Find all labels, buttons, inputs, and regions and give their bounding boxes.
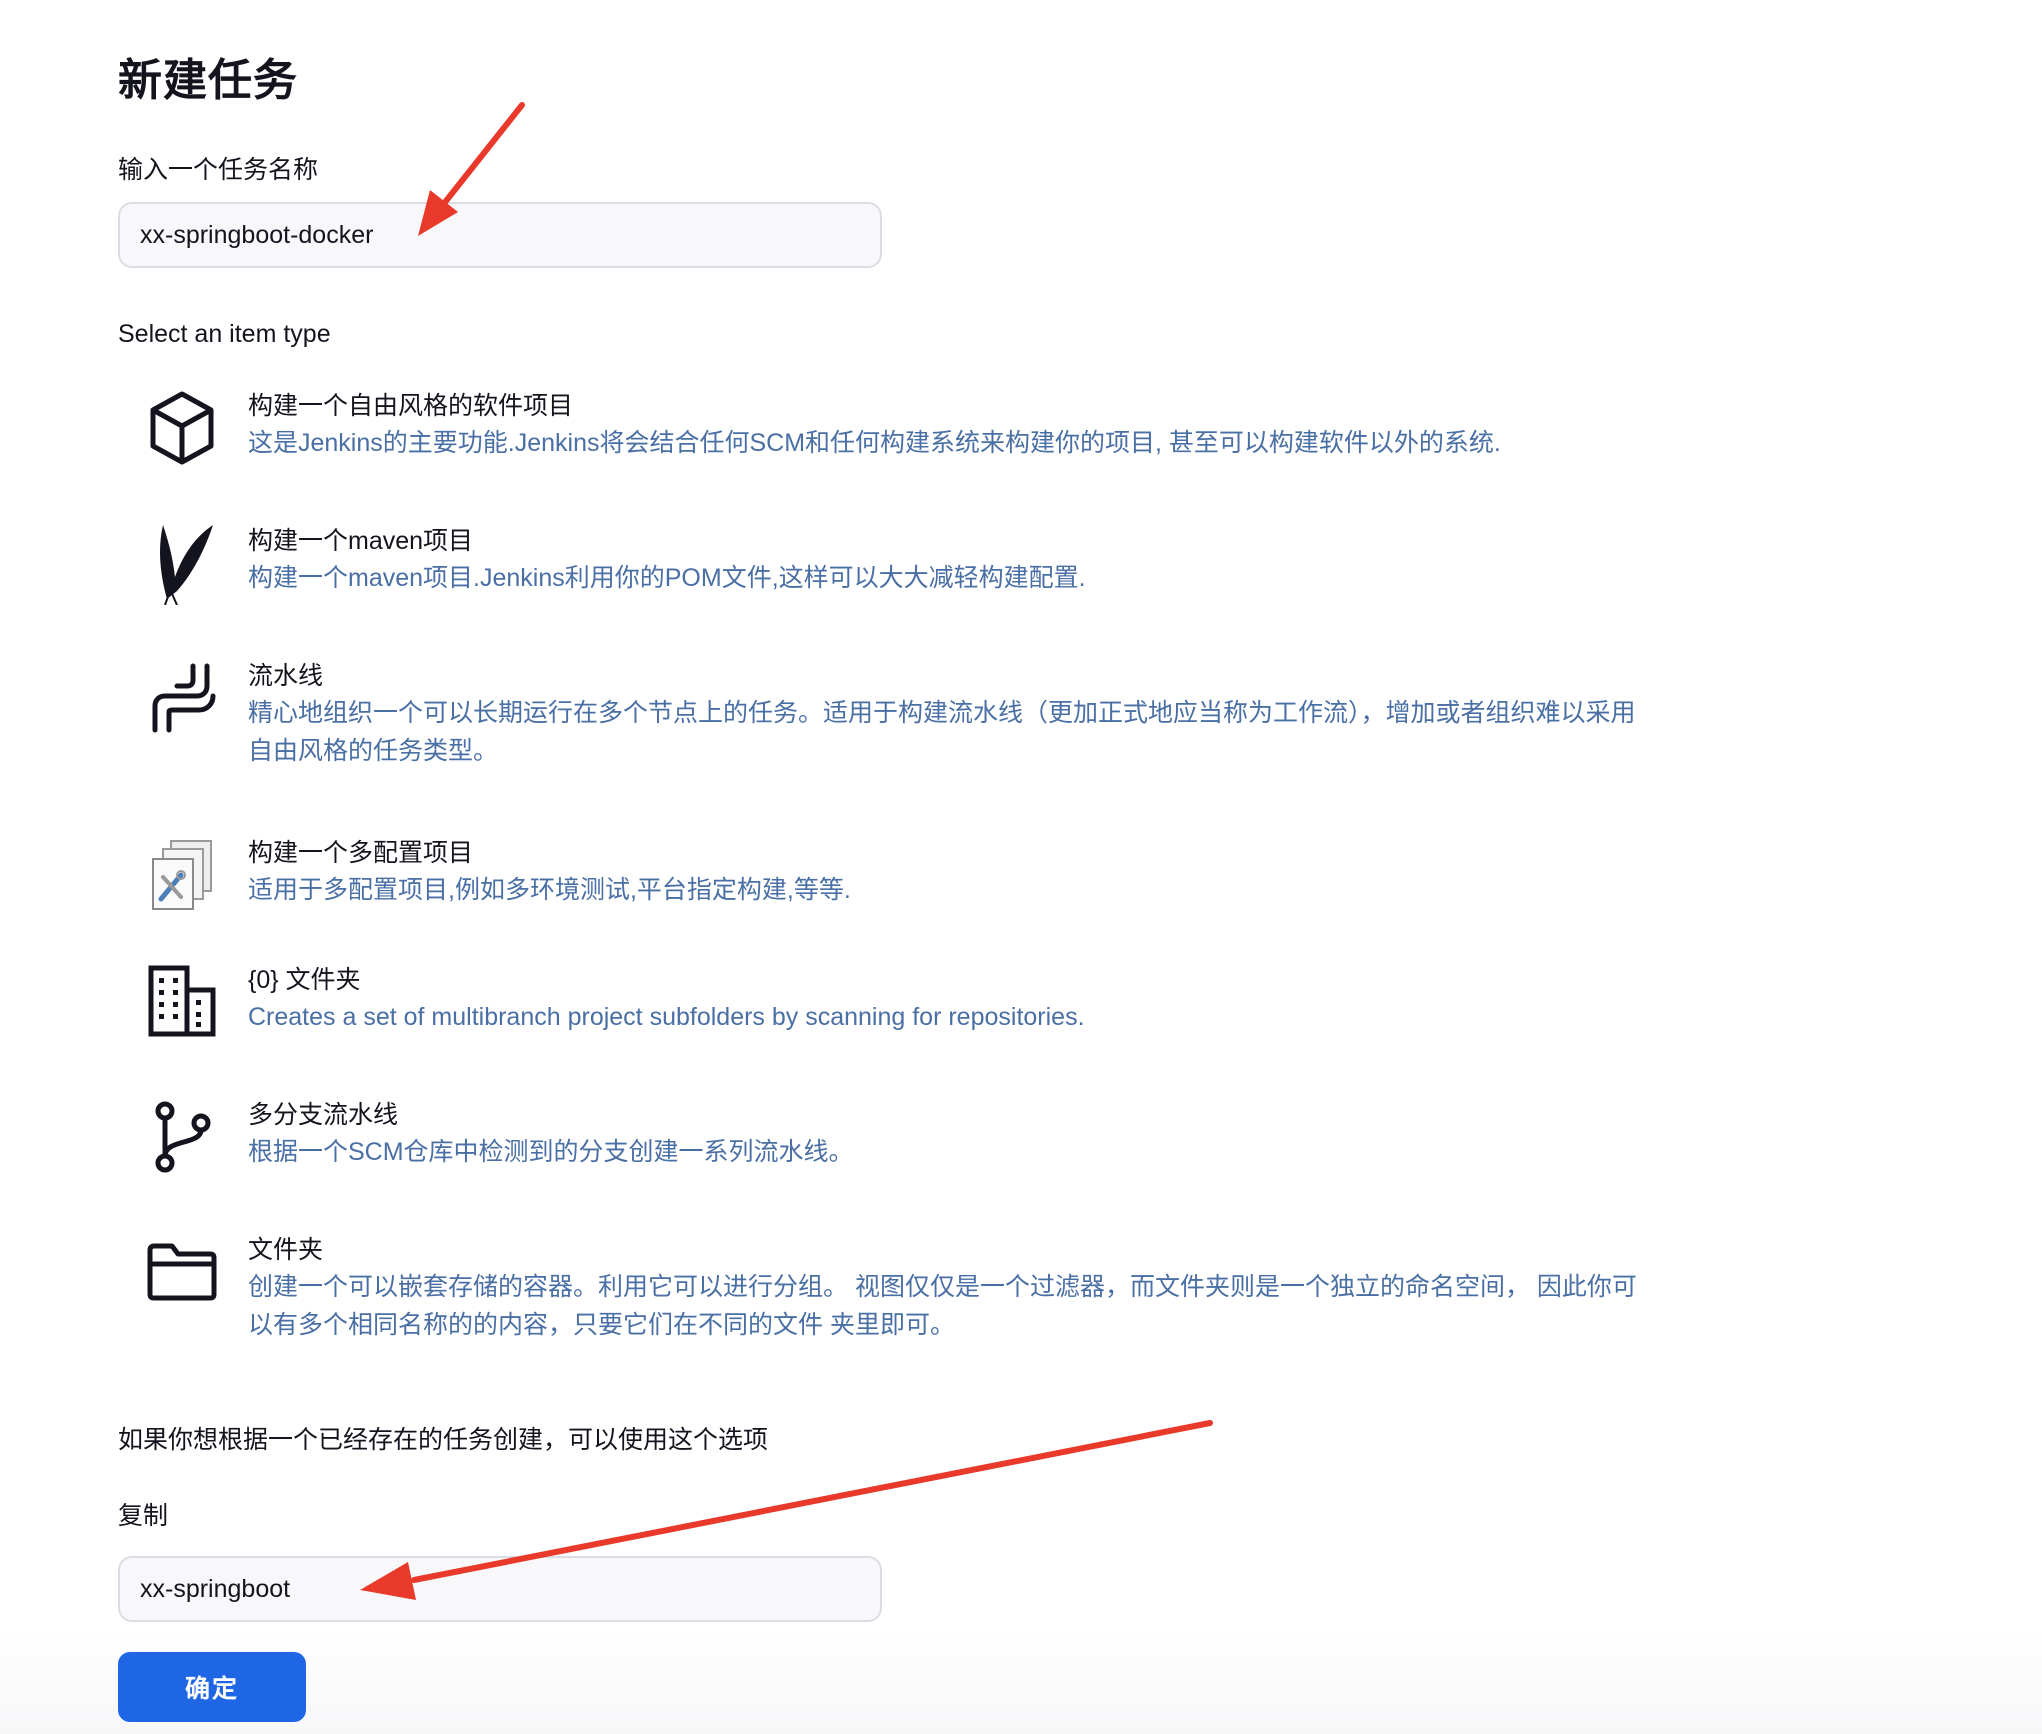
new-item-page: 新建任务 输入一个任务名称 Select an item type 构建一个自由… xyxy=(0,0,2042,1734)
annotation-arrow-name xyxy=(418,102,525,236)
annotation-arrows xyxy=(360,102,1213,1600)
annotation-arrow-copy xyxy=(360,1420,1213,1600)
